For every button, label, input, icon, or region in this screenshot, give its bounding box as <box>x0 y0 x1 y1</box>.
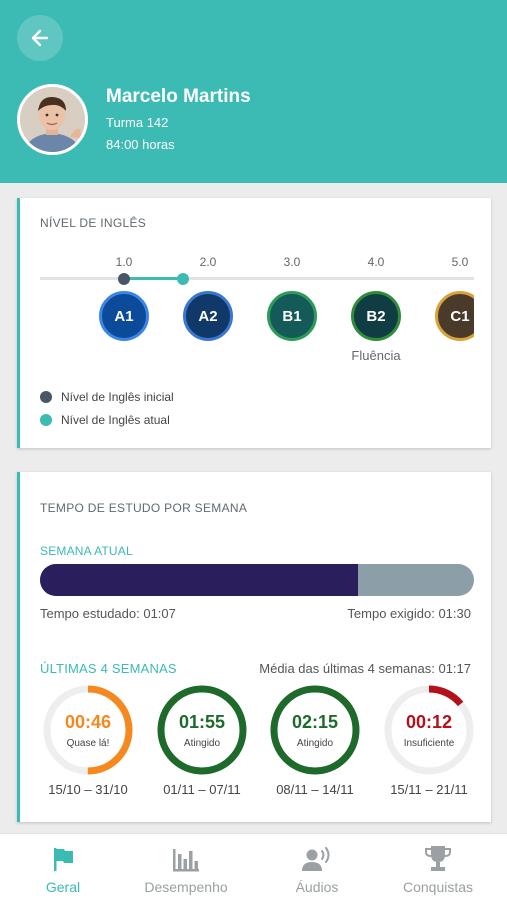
week-status: Quase lá! <box>66 738 110 749</box>
level-progress <box>124 277 183 280</box>
study-time-card: TEMPO DE ESTUDO POR SEMANA SEMANA ATUAL … <box>17 472 491 822</box>
time-required: Tempo exigido: 01:30 <box>347 606 471 621</box>
study-time-title: TEMPO DE ESTUDO POR SEMANA <box>40 501 248 515</box>
tab-conquistas[interactable]: Conquistas <box>375 834 501 900</box>
level-tick: 2.0 <box>199 255 217 269</box>
tab-label: Conquistas <box>402 879 474 895</box>
week-time: 01:55 <box>178 712 226 732</box>
tab-desempenho[interactable]: Desempenho <box>123 834 249 900</box>
current-week-label: SEMANA ATUAL <box>40 544 133 558</box>
profile-header: Marcelo Martins Turma 142 84:00 horas <box>0 0 507 183</box>
level-tick: 1.0 <box>115 255 133 269</box>
legend-current-label: Nível de Inglês atual <box>61 413 170 427</box>
initial-level-marker <box>118 273 130 285</box>
legend-dot <box>40 414 52 426</box>
trophy-icon <box>423 844 453 874</box>
weeks-average: Média das últimas 4 semanas: 01:17 <box>259 661 471 676</box>
bar-chart-icon <box>171 844 201 874</box>
week-dates: 15/10 – 31/10 <box>48 782 128 797</box>
avatar <box>17 84 88 155</box>
back-button[interactable] <box>17 15 63 61</box>
level-badge-a2: A2 <box>183 291 233 341</box>
user-hours: 84:00 horas <box>106 137 175 152</box>
level-tick: 5.0 <box>451 255 469 269</box>
level-badge-b1: B1 <box>267 291 317 341</box>
week-dates: 01/11 – 07/11 <box>163 782 241 797</box>
level-badges: A1 A2 B1 B2 C1 <box>20 286 474 346</box>
tab-label: Geral <box>45 879 81 895</box>
fluency-label: Fluência <box>351 348 401 363</box>
english-level-title: NÍVEL DE INGLÊS <box>40 216 147 230</box>
week-time: 02:15 <box>291 712 339 732</box>
week-status: Atingido <box>183 738 221 749</box>
last-weeks-label: ÚLTIMAS 4 SEMANAS <box>40 661 177 676</box>
arrow-left-icon <box>31 29 49 47</box>
current-week-progress-bar <box>40 564 474 596</box>
user-name: Marcelo Martins <box>106 86 251 107</box>
tab-label: Áudios <box>295 879 339 895</box>
week-time: 00:46 <box>64 712 112 732</box>
user-class: Turma 142 <box>106 115 169 130</box>
week-status: Insuficiente <box>403 738 455 749</box>
time-studied: Tempo estudado: 01:07 <box>40 606 176 621</box>
week-summary: 02:15 Atingido 08/11 – 14/11 <box>267 682 367 802</box>
tab-geral[interactable]: Geral <box>0 834 126 900</box>
week-summary: 00:12 Insuficiente 15/11 – 21/11 <box>381 682 481 802</box>
legend-initial-label: Nível de Inglês inicial <box>61 390 174 404</box>
level-badge-b2: B2 <box>351 291 401 341</box>
week-dates: 08/11 – 14/11 <box>276 782 354 797</box>
legend-current: Nível de Inglês atual <box>40 413 170 427</box>
week-summary: 00:46 Quase lá! 15/10 – 31/10 <box>40 682 140 802</box>
current-level-marker <box>176 273 189 285</box>
tab-label: Desempenho <box>144 879 228 895</box>
level-badge-c1: C1 <box>435 291 474 341</box>
speaker-person-icon <box>302 844 332 874</box>
tab-audios[interactable]: Áudios <box>254 834 380 900</box>
level-badge-a1: A1 <box>99 291 149 341</box>
legend-initial: Nível de Inglês inicial <box>40 390 174 404</box>
flag-icon <box>48 844 78 874</box>
week-summary: 01:55 Atingido 01/11 – 07/11 <box>154 682 254 802</box>
level-track <box>40 277 474 280</box>
english-level-card: NÍVEL DE INGLÊS 1.0 2.0 3.0 4.0 5.0 A1 A… <box>17 198 491 448</box>
bottom-tab-bar: Geral Desempenho Áudios Conquistas <box>0 833 507 900</box>
level-tick: 3.0 <box>283 255 301 269</box>
legend-dot <box>40 391 52 403</box>
current-week-progress-fill <box>40 564 359 596</box>
week-dates: 15/11 – 21/11 <box>390 782 468 797</box>
week-status: Atingido <box>296 738 334 749</box>
week-time: 00:12 <box>405 712 453 732</box>
level-tick: 4.0 <box>367 255 385 269</box>
